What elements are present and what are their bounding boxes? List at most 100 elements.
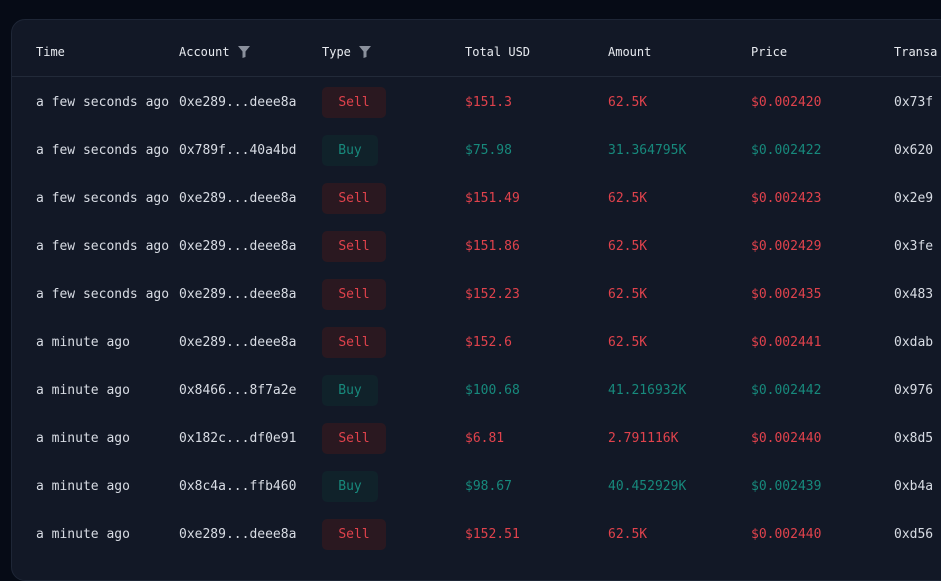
table-row[interactable]: a minute ago 0x8c4a...ffb460 Buy $98.67 … xyxy=(12,462,941,510)
transaction-link[interactable]: 0xd56 xyxy=(894,510,933,558)
transaction-link[interactable]: 0x3fe xyxy=(894,222,933,270)
sell-badge: Sell xyxy=(322,278,386,310)
total-usd-cell: $152.51 xyxy=(465,526,520,542)
amount-cell: 62.5K xyxy=(608,238,648,254)
sell-badge: Sell xyxy=(322,86,386,118)
price-cell: $0.002440 xyxy=(751,526,822,542)
time-cell: a few seconds ago xyxy=(36,238,170,254)
transaction-link[interactable]: 0xb4a xyxy=(894,462,933,510)
transaction-link[interactable]: 0x483 xyxy=(894,270,933,318)
sell-badge: Sell xyxy=(322,518,386,550)
account-link[interactable]: 0x182c...df0e91 xyxy=(179,414,296,462)
time-cell: a minute ago xyxy=(36,478,130,494)
amount-cell: 2.791116K xyxy=(608,430,679,446)
total-usd-cell: $100.68 xyxy=(465,382,520,398)
amount-cell: 62.5K xyxy=(608,286,648,302)
column-header-account: Account xyxy=(179,28,250,76)
transaction-link[interactable]: 0xdab xyxy=(894,318,933,366)
buy-badge: Buy xyxy=(322,374,378,406)
time-cell: a few seconds ago xyxy=(36,142,170,158)
amount-cell: 41.216932K xyxy=(608,382,687,398)
table-row[interactable]: a few seconds ago 0xe289...deee8a Sell $… xyxy=(12,78,941,126)
column-header-account-label: Account xyxy=(179,45,230,59)
account-link[interactable]: 0xe289...deee8a xyxy=(179,222,296,270)
account-link[interactable]: 0x8466...8f7a2e xyxy=(179,366,296,414)
time-cell: a few seconds ago xyxy=(36,190,170,206)
column-header-transaction: Transa xyxy=(894,45,938,59)
account-link[interactable]: 0x789f...40a4bd xyxy=(179,126,296,174)
transaction-link[interactable]: 0x620 xyxy=(894,126,933,174)
column-header-type: Type xyxy=(322,28,371,76)
table-row[interactable]: a few seconds ago 0xe289...deee8a Sell $… xyxy=(12,270,941,318)
sell-badge: Sell xyxy=(322,422,386,454)
transaction-link[interactable]: 0x8d5 xyxy=(894,414,933,462)
total-usd-cell: $98.67 xyxy=(465,478,512,494)
account-link[interactable]: 0xe289...deee8a xyxy=(179,78,296,126)
table-row[interactable]: a minute ago 0x8466...8f7a2e Buy $100.68… xyxy=(12,366,941,414)
type-cell: Sell xyxy=(322,510,386,558)
amount-cell: 62.5K xyxy=(608,334,648,350)
buy-badge: Buy xyxy=(322,470,378,502)
column-header-price: Price xyxy=(751,45,788,59)
time-cell: a minute ago xyxy=(36,382,130,398)
price-cell: $0.002422 xyxy=(751,142,822,158)
total-usd-cell: $151.49 xyxy=(465,190,520,206)
time-cell: a minute ago xyxy=(36,430,130,446)
amount-cell: 40.452929K xyxy=(608,478,687,494)
price-cell: $0.002440 xyxy=(751,430,822,446)
type-cell: Sell xyxy=(322,78,386,126)
filter-icon[interactable] xyxy=(237,46,250,58)
sell-badge: Sell xyxy=(322,326,386,358)
price-cell: $0.002435 xyxy=(751,286,822,302)
price-cell: $0.002429 xyxy=(751,238,822,254)
table-header: Time Account Type Total USD Amount Price… xyxy=(12,28,941,77)
buy-badge: Buy xyxy=(322,134,378,166)
total-usd-cell: $6.81 xyxy=(465,430,505,446)
column-header-total-usd: Total USD xyxy=(465,45,531,59)
time-cell: a few seconds ago xyxy=(36,286,170,302)
price-cell: $0.002423 xyxy=(751,190,822,206)
account-link[interactable]: 0x8c4a...ffb460 xyxy=(179,462,296,510)
table-row[interactable]: a few seconds ago 0x789f...40a4bd Buy $7… xyxy=(12,126,941,174)
total-usd-cell: $152.6 xyxy=(465,334,512,350)
amount-cell: 62.5K xyxy=(608,526,648,542)
table-row[interactable]: a minute ago 0x182c...df0e91 Sell $6.81 … xyxy=(12,414,941,462)
amount-cell: 62.5K xyxy=(608,190,648,206)
table-row[interactable]: a minute ago 0xe289...deee8a Sell $152.5… xyxy=(12,510,941,558)
type-cell: Sell xyxy=(322,270,386,318)
type-cell: Sell xyxy=(322,318,386,366)
total-usd-cell: $151.86 xyxy=(465,238,520,254)
amount-cell: 31.364795K xyxy=(608,142,687,158)
price-cell: $0.002420 xyxy=(751,94,822,110)
trades-panel: Time Account Type Total USD Amount Price… xyxy=(11,19,941,581)
account-link[interactable]: 0xe289...deee8a xyxy=(179,270,296,318)
price-cell: $0.002442 xyxy=(751,382,822,398)
type-cell: Buy xyxy=(322,462,378,510)
sell-badge: Sell xyxy=(322,182,386,214)
table-row[interactable]: a few seconds ago 0xe289...deee8a Sell $… xyxy=(12,174,941,222)
account-link[interactable]: 0xe289...deee8a xyxy=(179,174,296,222)
price-cell: $0.002439 xyxy=(751,478,822,494)
type-cell: Sell xyxy=(322,414,386,462)
account-link[interactable]: 0xe289...deee8a xyxy=(179,510,296,558)
total-usd-cell: $151.3 xyxy=(465,94,512,110)
type-cell: Buy xyxy=(322,366,378,414)
column-header-time: Time xyxy=(36,45,65,59)
filter-icon[interactable] xyxy=(358,46,371,58)
time-cell: a minute ago xyxy=(36,334,130,350)
type-cell: Sell xyxy=(322,222,386,270)
time-cell: a few seconds ago xyxy=(36,94,170,110)
amount-cell: 62.5K xyxy=(608,94,648,110)
column-header-type-label: Type xyxy=(322,45,351,59)
table-row[interactable]: a few seconds ago 0xe289...deee8a Sell $… xyxy=(12,222,941,270)
sell-badge: Sell xyxy=(322,230,386,262)
account-link[interactable]: 0xe289...deee8a xyxy=(179,318,296,366)
type-cell: Sell xyxy=(322,174,386,222)
type-cell: Buy xyxy=(322,126,378,174)
column-header-amount: Amount xyxy=(608,45,652,59)
transaction-link[interactable]: 0x976 xyxy=(894,366,933,414)
transaction-link[interactable]: 0x2e9 xyxy=(894,174,933,222)
transaction-link[interactable]: 0x73f xyxy=(894,78,933,126)
table-row[interactable]: a minute ago 0xe289...deee8a Sell $152.6… xyxy=(12,318,941,366)
price-cell: $0.002441 xyxy=(751,334,822,350)
